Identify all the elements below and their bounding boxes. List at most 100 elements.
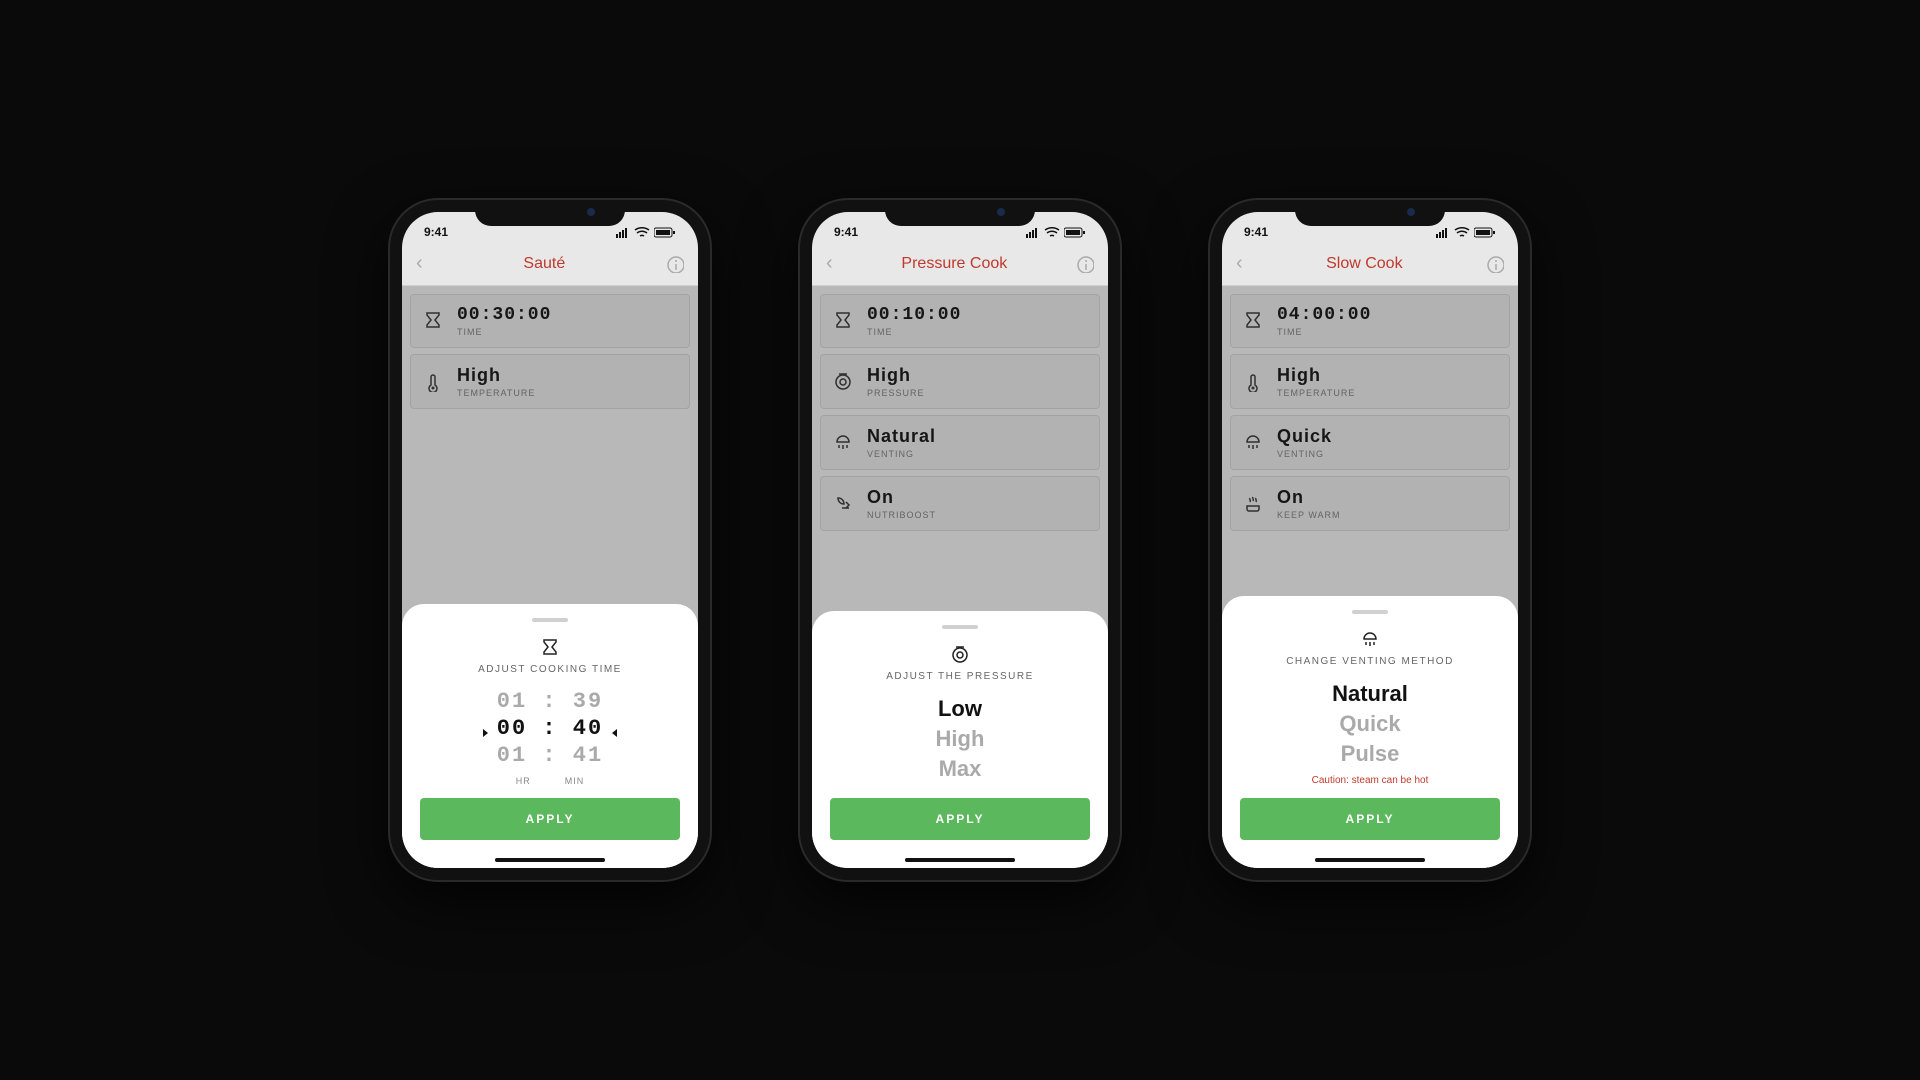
setting-label: NUTRIBOOST <box>867 510 936 520</box>
home-indicator[interactable] <box>495 858 605 862</box>
setting-time[interactable]: 04:00:00 TIME <box>1230 294 1510 348</box>
thermometer-icon <box>1243 372 1263 392</box>
device-notch <box>885 200 1035 226</box>
wifi-icon <box>1454 226 1470 238</box>
option-picker[interactable]: Natural Quick Pulse <box>1332 681 1408 767</box>
setting-value: High <box>867 365 925 386</box>
wifi-icon <box>634 226 650 238</box>
setting-label: TIME <box>457 327 551 337</box>
nav-bar: ‹ Slow Cook <box>1222 246 1518 286</box>
apply-button[interactable]: APPLY <box>1240 798 1500 840</box>
hourglass-icon <box>423 311 443 331</box>
option-picker[interactable]: Low High Max <box>936 696 985 782</box>
time-picker[interactable]: 01 : 39 00 : 40 01 : 41 <box>497 689 603 768</box>
back-button[interactable]: ‹ <box>416 252 423 275</box>
back-button[interactable]: ‹ <box>1236 252 1243 275</box>
signal-icon <box>1436 226 1450 238</box>
picker-row: 01 : 39 <box>497 689 603 714</box>
setting-value: High <box>1277 365 1355 386</box>
sheet-title: ADJUST COOKING TIME <box>478 664 622 675</box>
setting-value: High <box>457 365 535 386</box>
setting-venting[interactable]: Natural VENTING <box>820 415 1100 470</box>
status-time: 9:41 <box>1244 225 1268 239</box>
setting-value: Quick <box>1277 426 1332 447</box>
setting-nutriboost[interactable]: On NUTRIBOOST <box>820 476 1100 531</box>
hourglass-icon <box>833 311 853 331</box>
setting-value: On <box>1277 487 1341 508</box>
picker-row: 01 : 41 <box>497 743 603 768</box>
pressure-icon <box>833 372 853 392</box>
bottom-sheet: ADJUST THE PRESSURE Low High Max APPLY <box>812 611 1108 868</box>
vent-icon <box>1243 433 1263 453</box>
setting-time[interactable]: 00:10:00 TIME <box>820 294 1100 348</box>
setting-label: PRESSURE <box>867 388 925 398</box>
setting-label: TEMPERATURE <box>457 388 535 398</box>
setting-label: TIME <box>1277 327 1371 337</box>
battery-icon <box>1064 226 1086 238</box>
nutriboost-icon <box>833 494 853 514</box>
setting-label: VENTING <box>1277 449 1332 459</box>
sheet-title: CHANGE VENTING METHOD <box>1286 656 1454 667</box>
picker-unit-labels: HR MIN <box>516 776 585 786</box>
status-time: 9:41 <box>424 225 448 239</box>
home-indicator[interactable] <box>905 858 1015 862</box>
page-title: Slow Cook <box>1326 255 1402 273</box>
device-notch <box>1295 200 1445 226</box>
bottom-sheet: CHANGE VENTING METHOD Natural Quick Puls… <box>1222 596 1518 868</box>
status-time: 9:41 <box>834 225 858 239</box>
sheet-title: ADJUST THE PRESSURE <box>886 671 1034 682</box>
keep-warm-icon <box>1243 494 1263 514</box>
back-button[interactable]: ‹ <box>826 252 833 275</box>
info-button[interactable] <box>666 255 684 273</box>
setting-time[interactable]: 00:30:00 TIME <box>410 294 690 348</box>
battery-icon <box>1474 226 1496 238</box>
home-indicator[interactable] <box>1315 858 1425 862</box>
hourglass-icon <box>1243 311 1263 331</box>
setting-temperature[interactable]: High TEMPERATURE <box>410 354 690 409</box>
thermometer-icon <box>423 372 443 392</box>
picker-row-selected: 00 : 40 <box>497 716 603 741</box>
nav-bar: ‹ Pressure Cook <box>812 246 1108 286</box>
setting-value: 00:30:00 <box>457 305 551 325</box>
setting-value: Natural <box>867 426 936 447</box>
sheet-grabber[interactable] <box>1352 610 1388 614</box>
option-item[interactable]: Pulse <box>1341 741 1400 767</box>
signal-icon <box>616 226 630 238</box>
apply-button[interactable]: APPLY <box>420 798 680 840</box>
setting-value: 00:10:00 <box>867 305 961 325</box>
option-item[interactable]: Natural <box>1332 681 1408 707</box>
vent-icon <box>833 433 853 453</box>
option-item[interactable]: Max <box>939 756 982 782</box>
setting-value: On <box>867 487 936 508</box>
sheet-grabber[interactable] <box>942 625 978 629</box>
setting-label: TEMPERATURE <box>1277 388 1355 398</box>
option-item[interactable]: Quick <box>1339 711 1400 737</box>
bottom-sheet: ADJUST COOKING TIME 01 : 39 00 : 40 01 :… <box>402 604 698 868</box>
phone-pressure-cook: 9:41 ‹ Pressure Cook 00:10:00 TIME <box>800 200 1120 880</box>
sheet-grabber[interactable] <box>532 618 568 622</box>
option-item[interactable]: Low <box>938 696 982 722</box>
nav-bar: ‹ Sauté <box>402 246 698 286</box>
info-button[interactable] <box>1076 255 1094 273</box>
page-title: Pressure Cook <box>901 255 1007 273</box>
setting-label: KEEP WARM <box>1277 510 1341 520</box>
apply-button[interactable]: APPLY <box>830 798 1090 840</box>
caution-text: Caution: steam can be hot <box>1312 775 1429 786</box>
setting-pressure[interactable]: High PRESSURE <box>820 354 1100 409</box>
setting-temperature[interactable]: High TEMPERATURE <box>1230 354 1510 409</box>
setting-value: 04:00:00 <box>1277 305 1371 325</box>
pressure-icon <box>950 645 970 665</box>
setting-label: TIME <box>867 327 961 337</box>
wifi-icon <box>1044 226 1060 238</box>
page-title: Sauté <box>523 255 565 273</box>
hourglass-icon <box>540 638 560 658</box>
signal-icon <box>1026 226 1040 238</box>
setting-venting[interactable]: Quick VENTING <box>1230 415 1510 470</box>
setting-keep-warm[interactable]: On KEEP WARM <box>1230 476 1510 531</box>
option-item[interactable]: High <box>936 726 985 752</box>
device-notch <box>475 200 625 226</box>
battery-icon <box>654 226 676 238</box>
phone-slow-cook: 9:41 ‹ Slow Cook 04:00:00 TIME <box>1210 200 1530 880</box>
info-button[interactable] <box>1486 255 1504 273</box>
phone-saute: 9:41 ‹ Sauté 00:30:00 TIME <box>390 200 710 880</box>
